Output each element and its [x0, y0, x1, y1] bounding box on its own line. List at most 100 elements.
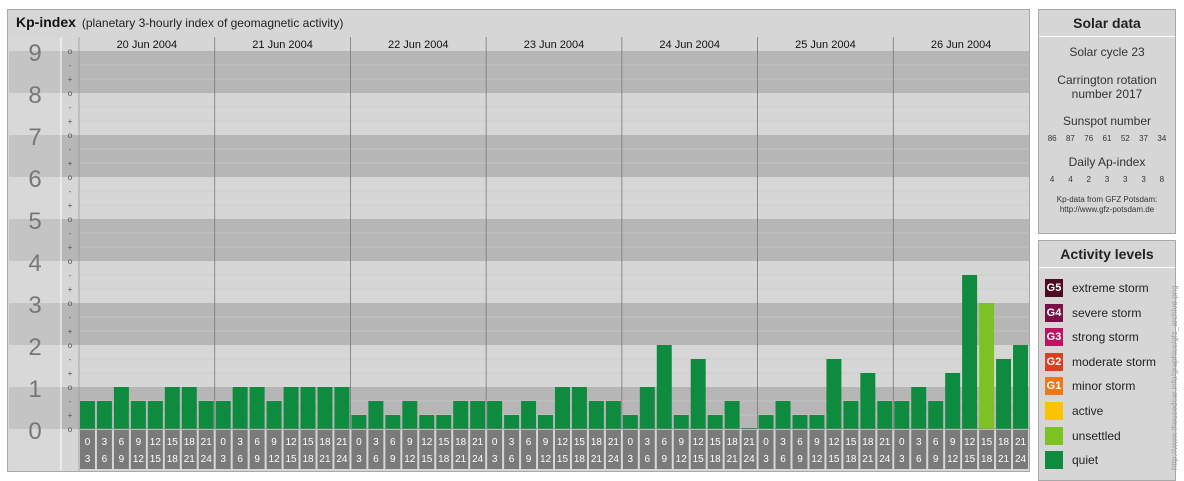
interval-start-label: 15 [845, 437, 857, 448]
day-label: 20 Jun 2004 [117, 39, 178, 51]
activity-levels-box: Activity levels G5 extreme storm G4 severe … [1038, 240, 1176, 481]
g1-level-icon: G1 [1045, 377, 1063, 396]
kp-bar [962, 275, 978, 429]
kp-bar [656, 345, 672, 429]
interval-end-label: 12 [404, 454, 416, 465]
interval-start-label: 21 [201, 437, 213, 448]
g3-level-icon: G3 [1045, 328, 1063, 347]
y-tick-label-7: 7 [28, 124, 41, 151]
kp-bar [96, 401, 112, 429]
y-minor-tick-label: - [69, 187, 72, 196]
y-minor-tick-label: - [69, 145, 72, 154]
interval-start-label: 3 [237, 437, 243, 448]
kp-bar [826, 359, 842, 429]
kp-bar [707, 415, 723, 429]
interval-end-label: 15 [421, 454, 433, 465]
day-label: 24 Jun 2004 [659, 39, 720, 51]
interval-start-label: 9 [678, 437, 684, 448]
chart-panel: Kp-index (planetary 3-hourly index of geo… [7, 9, 1030, 472]
interval-end-label: 12 [269, 454, 281, 465]
kp-bar [521, 401, 537, 429]
kp-bar [181, 387, 197, 429]
kp-bar [283, 387, 299, 429]
interval-start-label: 15 [574, 437, 586, 448]
activity-level-label: extreme storm [1072, 281, 1149, 295]
sunspot-value-4: 52 [1120, 134, 1130, 143]
interval-end-label: 6 [645, 454, 651, 465]
activity-level-severe-storm: G4 severe storm [1045, 302, 1141, 324]
ap-value-0: 4 [1049, 175, 1055, 184]
y-minor-tick-label: + [68, 201, 73, 210]
y-tick-label-9: 9 [28, 40, 41, 67]
interval-start-label: 9 [543, 437, 549, 448]
g2-level-icon: G2 [1045, 352, 1063, 371]
ap-title: Daily Ap-index [1068, 155, 1146, 169]
activity-level-strong-storm: G3 strong storm [1045, 326, 1139, 348]
interval-start-label: 0 [899, 437, 905, 448]
activity-level-label: active [1072, 404, 1104, 418]
interval-start-label: 6 [661, 437, 667, 448]
kp-bar [113, 387, 129, 429]
kp-bar [198, 401, 214, 429]
interval-end-label: 24 [472, 454, 484, 465]
kp-bar [588, 401, 604, 429]
interval-start-label: 3 [780, 437, 786, 448]
sunspot-value-2: 76 [1084, 134, 1094, 143]
interval-end-label: 3 [628, 454, 634, 465]
kp-bar [996, 359, 1012, 429]
kp-bar [504, 415, 520, 429]
interval-end-label: 24 [879, 454, 891, 465]
interval-end-label: 21 [998, 454, 1010, 465]
interval-end-label: 3 [899, 454, 905, 465]
interval-start-label: 15 [710, 437, 722, 448]
ap-value-4: 3 [1123, 175, 1128, 184]
solar-data-title: Solar data [1039, 10, 1175, 37]
activity-level-quiet: quiet [1045, 449, 1098, 471]
kp-bar [317, 387, 333, 429]
interval-start-label: 0 [220, 437, 226, 448]
interval-end-label: 15 [693, 454, 705, 465]
y-minor-tick-label: + [68, 285, 73, 294]
y-minor-tick-label: + [68, 243, 73, 252]
kp-bar [300, 387, 316, 429]
interval-end-label: 9 [526, 454, 532, 465]
kp-bar [690, 359, 706, 429]
interval-end-label: 15 [285, 454, 297, 465]
interval-end-label: 3 [356, 454, 362, 465]
interval-end-label: 12 [540, 454, 552, 465]
chart-title: Kp-index (planetary 3-hourly index of geo… [16, 14, 343, 30]
activity-level-label: strong storm [1072, 330, 1139, 345]
kp-bar [860, 373, 876, 429]
interval-start-label: 18 [319, 437, 331, 448]
carrington-line1: Carrington rotation [1057, 73, 1157, 87]
kp-band-8 [61, 51, 1029, 93]
kp-bar [215, 401, 231, 429]
kp-bar [351, 415, 367, 429]
interval-start-label: 18 [184, 437, 196, 448]
interval-end-label: 9 [661, 454, 667, 465]
kp-bar [605, 401, 621, 429]
y-minor-tick-label: + [68, 159, 73, 168]
ap-value-5: 3 [1141, 175, 1146, 184]
kp-bar [419, 415, 435, 429]
interval-start-label: 9 [271, 437, 277, 448]
y-tick-label-4: 4 [28, 250, 41, 277]
kp-bar [758, 415, 774, 429]
y-minor-tick-label: - [69, 271, 72, 280]
y-minor-tick-label: o [68, 131, 73, 140]
interval-end-label: 12 [133, 454, 145, 465]
kp-bar [724, 401, 740, 429]
g4-level-icon: G4 [1045, 303, 1063, 322]
activity-level-unsettled: unsettled [1045, 425, 1121, 447]
y-minor-tick-label: + [68, 117, 73, 126]
ap-value-1: 4 [1068, 175, 1073, 184]
kp-band-6 [61, 135, 1029, 177]
interval-end-label: 6 [373, 454, 379, 465]
carrington-line2: number 2017 [1071, 87, 1143, 101]
chart-subtitle: (planetary 3-hourly index of geomagnetic… [81, 16, 344, 30]
day-label: 22 Jun 2004 [388, 39, 449, 51]
y-minor-tick-label: o [68, 299, 73, 308]
interval-end-label: 12 [947, 454, 959, 465]
interval-end-label: 18 [981, 454, 993, 465]
interval-start-label: 12 [421, 437, 433, 448]
